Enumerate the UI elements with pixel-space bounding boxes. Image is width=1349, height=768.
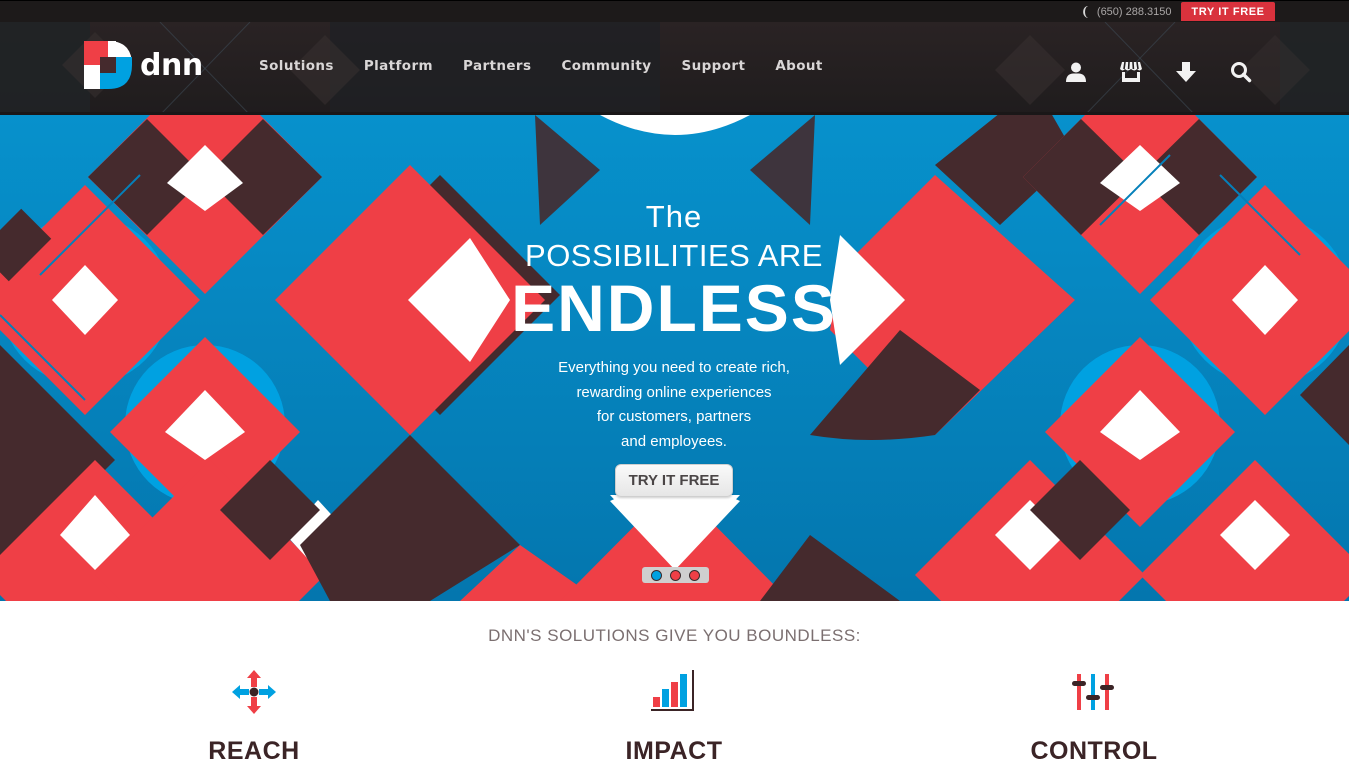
feature-impact[interactable]: IMPACT — [574, 667, 774, 766]
store-icon[interactable] — [1117, 60, 1145, 84]
hero-subtitle-line: Everything you need to create rich, — [558, 359, 790, 376]
solutions-section: DNN'S SOLUTIONS GIVE YOU BOUNDLESS: REAC… — [0, 601, 1349, 768]
dnn-logo-mark-icon — [84, 41, 132, 89]
feature-title: IMPACT — [625, 737, 723, 765]
hero-banner: The POSSIBILITIES ARE ENDLESS Everything… — [0, 115, 1349, 601]
feature-reach[interactable]: REACH — [154, 667, 354, 766]
logo-wordmark: DNN — [140, 48, 203, 83]
hero-subtitle-line: for customers, partners — [596, 408, 752, 425]
nav-links: Solutions Platform Partners Community Su… — [259, 58, 853, 74]
search-icon[interactable] — [1227, 60, 1255, 84]
feature-control[interactable]: CONTROL — [994, 667, 1194, 766]
nav-icon-group — [1062, 60, 1282, 84]
nav-solutions[interactable]: Solutions — [259, 58, 334, 74]
main-navbar: DNN Solutions Platform Partners Communit… — [0, 22, 1349, 115]
download-icon[interactable] — [1172, 60, 1200, 84]
carousel-dot-3[interactable] — [689, 569, 700, 581]
hero-subtitle: Everything you need to create rich, rewa… — [524, 356, 824, 454]
try-free-top-button[interactable]: TRY IT FREE — [1181, 2, 1275, 21]
nav-partners[interactable]: Partners — [463, 58, 531, 74]
phone-icon: ❨ — [1081, 4, 1090, 19]
carousel-dot-2[interactable] — [670, 569, 681, 581]
feature-title: CONTROL — [1030, 737, 1158, 765]
carousel-pagination — [642, 567, 709, 583]
phone-contact: ❨ (650) 288.3150 — [1080, 4, 1172, 20]
sliders-icon — [994, 667, 1194, 717]
hero-subtitle-line: and employees. — [621, 432, 727, 450]
nav-community[interactable]: Community — [561, 58, 651, 74]
hero-line-possibilities: POSSIBILITIES ARE — [525, 238, 823, 273]
user-icon[interactable] — [1062, 60, 1090, 84]
carousel-dot-1-active[interactable] — [651, 569, 662, 581]
nav-platform[interactable]: Platform — [364, 58, 433, 74]
hero-line-endless: ENDLESS — [511, 271, 837, 345]
try-free-hero-button[interactable]: TRY IT FREE — [615, 464, 733, 497]
nav-support[interactable]: Support — [681, 58, 745, 74]
dnn-logo[interactable]: DNN — [84, 41, 208, 89]
arrows-out-icon — [154, 667, 354, 717]
solutions-heading: DNN'S SOLUTIONS GIVE YOU BOUNDLESS: — [488, 626, 861, 645]
hero-line-the: The — [645, 199, 703, 234]
phone-number: (650) 288.3150 — [1096, 6, 1172, 18]
nav-about[interactable]: About — [775, 58, 822, 74]
feature-title: REACH — [208, 737, 300, 765]
hero-subtitle-line: rewarding online experiences — [576, 383, 772, 401]
top-utility-bar: ❨ (650) 288.3150 TRY IT FREE — [0, 0, 1349, 22]
bar-chart-icon — [574, 667, 774, 717]
